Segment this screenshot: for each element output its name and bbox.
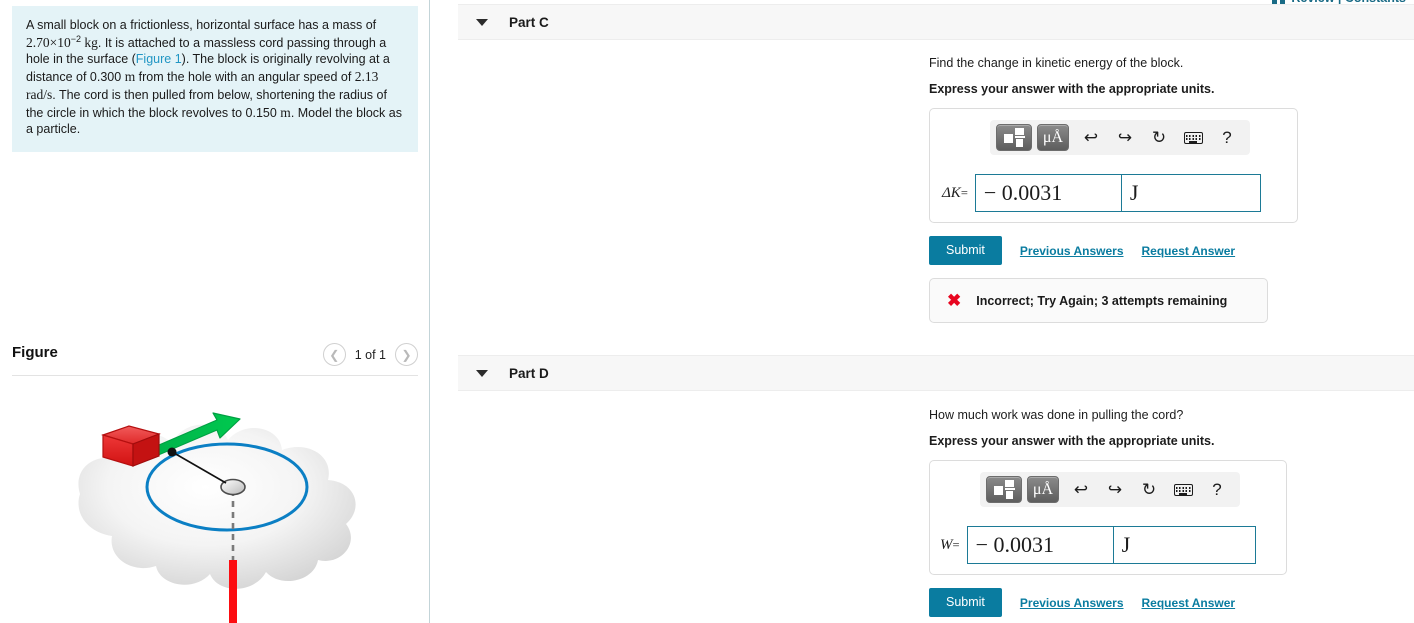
part-c-submit-button[interactable]: Submit	[929, 236, 1002, 265]
part-label-d: Part D	[509, 365, 549, 381]
caret-down-icon[interactable]	[476, 369, 488, 377]
part-d-instruction: Express your answer with the appropriate…	[929, 434, 1215, 448]
problem-mass-exponent: −2	[70, 33, 82, 44]
undo-arrow-icon[interactable]: ↩	[1074, 124, 1108, 151]
math-units-button[interactable]: μÅ	[1037, 124, 1069, 151]
figure-counter: 1 of 1	[354, 347, 386, 362]
chevron-right-icon[interactable]: ❯	[395, 343, 418, 366]
figure-illustration	[78, 412, 356, 623]
part-d-answer-row: W= − 0.0031 J	[940, 526, 1256, 564]
part-d-equals: =	[952, 537, 960, 552]
part-c-mathbar: μÅ ↩ ↪ ↻ ?	[990, 120, 1250, 155]
keyboard-icon[interactable]	[1166, 476, 1200, 503]
part-c-feedback-text: Incorrect; Try Again; 3 attempts remaini…	[976, 293, 1228, 308]
problem-unit-m-1: m	[124, 68, 136, 84]
part-c-question: Find the change in kinetic energy of the…	[929, 56, 1184, 70]
math-units-label: μÅ	[1032, 480, 1054, 498]
problem-text-4: from the hole with an angular speed of	[135, 69, 355, 84]
part-c-variable-label: ΔK=	[942, 185, 968, 202]
math-units-button[interactable]: μÅ	[1027, 476, 1059, 503]
page-root: A small block on a frictionless, horizon…	[0, 0, 1414, 623]
part-c-feedback: ✖ Incorrect; Try Again; 3 attempts remai…	[929, 278, 1268, 323]
part-d-actions: Submit Previous Answers Request Answer	[929, 588, 1235, 617]
help-button[interactable]: ?	[1210, 124, 1244, 151]
undo-arrow-icon[interactable]: ↩	[1064, 476, 1098, 503]
right-pane: Review | Constants Part C Find the chang…	[431, 0, 1414, 623]
caret-down-icon[interactable]	[476, 18, 488, 26]
part-d-previous-answers-link[interactable]: Previous Answers	[1020, 596, 1124, 610]
redo-arrow-icon[interactable]: ↪	[1108, 124, 1142, 151]
problem-mass-value: 2.70×10	[26, 34, 71, 50]
figure-divider	[12, 375, 418, 376]
part-c-units-input[interactable]: J	[1121, 174, 1261, 212]
problem-text-1: A small block on a frictionless, horizon…	[26, 18, 377, 32]
part-c-answer-card: μÅ ↩ ↪ ↻ ? ΔK= − 0.0031 J	[929, 108, 1298, 223]
part-d-variable-label: W=	[940, 537, 960, 554]
reset-circular-arrow-icon[interactable]: ↻	[1132, 476, 1166, 503]
error-x-icon: ✖	[947, 291, 962, 310]
keyboard-icon[interactable]	[1176, 124, 1210, 151]
part-label-c: Part C	[509, 14, 549, 30]
math-template-button[interactable]	[986, 476, 1022, 503]
part-d-answer-card: μÅ ↩ ↪ ↻ ? W= − 0.0031 J	[929, 460, 1287, 575]
figure-header: Figure ❮ 1 of 1 ❯	[12, 343, 418, 373]
part-c-variable: ΔK	[942, 184, 961, 201]
problem-statement: A small block on a frictionless, horizon…	[12, 6, 418, 152]
block-particle-dot	[167, 447, 177, 457]
part-c-previous-answers-link[interactable]: Previous Answers	[1020, 244, 1124, 258]
part-d-mathbar: μÅ ↩ ↪ ↻ ?	[980, 472, 1240, 507]
cord-red-segment	[229, 560, 237, 623]
part-c-equals: =	[960, 185, 968, 200]
part-header-d[interactable]: Part D	[458, 355, 1414, 391]
redo-arrow-icon[interactable]: ↪	[1098, 476, 1132, 503]
part-c-value-input[interactable]: − 0.0031	[974, 174, 1122, 212]
part-c-answer-row: ΔK= − 0.0031 J	[942, 174, 1261, 212]
help-button[interactable]: ?	[1200, 476, 1234, 503]
part-d-units-input[interactable]: J	[1113, 526, 1256, 564]
figure-pager: ❮ 1 of 1 ❯	[322, 343, 418, 366]
left-pane: A small block on a frictionless, horizon…	[0, 0, 430, 623]
figure-1-link[interactable]: Figure 1	[136, 52, 182, 66]
part-c-instruction: Express your answer with the appropriate…	[929, 82, 1215, 96]
figure-image	[12, 382, 418, 623]
part-d-value-input[interactable]: − 0.0031	[966, 526, 1114, 564]
reset-circular-arrow-icon[interactable]: ↻	[1142, 124, 1176, 151]
review-icon	[1272, 0, 1286, 4]
part-d-request-answer-link[interactable]: Request Answer	[1142, 596, 1236, 610]
part-c-actions: Submit Previous Answers Request Answer	[929, 236, 1235, 265]
part-d-submit-button[interactable]: Submit	[929, 588, 1002, 617]
math-template-button[interactable]	[996, 124, 1032, 151]
problem-mass-unit: kg	[81, 34, 98, 50]
part-d-question: How much work was done in pulling the co…	[929, 408, 1184, 422]
problem-unit-m-2: m	[280, 104, 291, 120]
figure-title: Figure	[12, 344, 58, 361]
math-units-label: μÅ	[1042, 128, 1064, 146]
part-c-request-answer-link[interactable]: Request Answer	[1142, 244, 1236, 258]
chevron-left-icon[interactable]: ❮	[322, 343, 346, 366]
part-d-variable: W	[940, 536, 953, 553]
part-header-c[interactable]: Part C	[458, 4, 1414, 40]
